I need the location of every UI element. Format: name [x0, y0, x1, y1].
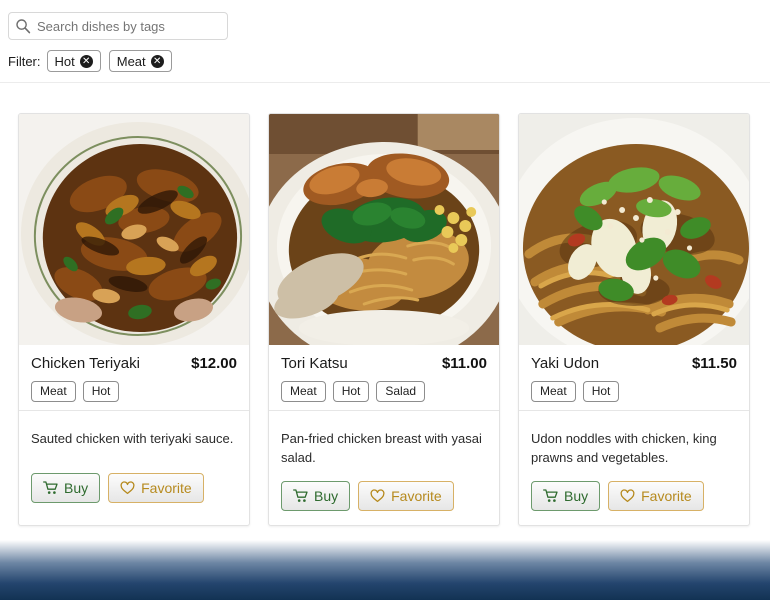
filter-chip-meat[interactable]: Meat ✕ — [108, 50, 172, 72]
dish-tag-list: Meat Hot — [31, 381, 237, 402]
filter-chip-hot[interactable]: Hot ✕ — [46, 50, 101, 72]
dish-tag[interactable]: Meat — [281, 381, 326, 402]
shopping-cart-icon — [43, 481, 58, 494]
tori-katsu-photo — [269, 114, 499, 345]
shopping-cart-icon — [293, 489, 308, 502]
favorite-button-label: Favorite — [641, 488, 692, 504]
dish-price: $11.00 — [441, 355, 487, 372]
dish-tag[interactable]: Hot — [582, 381, 620, 402]
buy-button[interactable]: Buy — [281, 481, 351, 511]
dish-card-header: Chicken Teriyaki $12.00 Meat Hot — [19, 345, 249, 410]
dish-actions: Buy Favorite — [269, 481, 499, 525]
dish-tag[interactable]: Hot — [332, 381, 370, 402]
filter-row: Filter: Hot ✕ Meat ✕ — [0, 40, 770, 83]
dish-name: Tori Katsu — [281, 355, 348, 372]
heart-outline-icon — [120, 481, 135, 495]
chicken-teriyaki-photo — [19, 114, 249, 345]
favorite-button[interactable]: Favorite — [358, 481, 454, 511]
yaki-udon-photo — [519, 114, 749, 345]
buy-button[interactable]: Buy — [31, 473, 101, 503]
dish-description: Sauted chicken with teriyaki sauce. — [31, 431, 234, 446]
shopping-cart-icon — [543, 489, 558, 502]
heart-outline-icon — [370, 489, 385, 503]
buy-button[interactable]: Buy — [531, 481, 601, 511]
favorite-button[interactable]: Favorite — [608, 481, 704, 511]
favorite-button-label: Favorite — [141, 480, 192, 496]
dish-card[interactable]: Chicken Teriyaki $12.00 Meat Hot Sauted … — [18, 113, 250, 526]
favorite-button-label: Favorite — [391, 488, 442, 504]
dish-description: Pan-fried chicken breast with yasai sala… — [281, 431, 482, 465]
dish-tag[interactable]: Meat — [531, 381, 576, 402]
search-icon — [16, 19, 31, 34]
favorite-button[interactable]: Favorite — [108, 473, 204, 503]
dish-tag-list: Meat Hot Salad — [281, 381, 487, 402]
dish-name: Yaki Udon — [531, 355, 600, 372]
dish-tag[interactable]: Hot — [82, 381, 120, 402]
search-input[interactable] — [37, 18, 221, 34]
dish-description: Udon noddles with chicken, king prawns a… — [531, 431, 717, 465]
dish-name: Chicken Teriyaki — [31, 355, 140, 372]
dish-card[interactable]: Yaki Udon $11.50 Meat Hot Udon noddles w… — [518, 113, 750, 526]
dish-tag-list: Meat Hot — [531, 381, 737, 402]
filter-chip-label: Hot — [54, 53, 75, 69]
filter-label: Filter: — [8, 53, 41, 69]
dish-card-header: Tori Katsu $11.00 Meat Hot Salad — [269, 345, 499, 410]
dish-price: $12.00 — [191, 355, 237, 372]
dish-actions: Buy Favorite — [519, 481, 749, 525]
dish-actions: Buy Favorite — [19, 473, 249, 517]
dish-card-list: Chicken Teriyaki $12.00 Meat Hot Sauted … — [0, 83, 770, 526]
dish-card-header: Yaki Udon $11.50 Meat Hot — [519, 345, 749, 410]
filter-chip-label: Meat — [116, 53, 146, 69]
page-bottom-gradient — [0, 540, 770, 600]
dish-tag[interactable]: Salad — [376, 381, 426, 402]
dish-card[interactable]: Tori Katsu $11.00 Meat Hot Salad Pan-fri… — [268, 113, 500, 526]
search-bar — [0, 0, 770, 40]
buy-button-label: Buy — [64, 480, 89, 496]
buy-button-label: Buy — [564, 488, 589, 504]
heart-outline-icon — [620, 489, 635, 503]
dish-tag[interactable]: Meat — [31, 381, 76, 402]
buy-button-label: Buy — [314, 488, 339, 504]
search-box[interactable] — [8, 12, 228, 40]
dish-price: $11.50 — [691, 355, 737, 372]
close-circle-icon[interactable]: ✕ — [150, 54, 164, 68]
close-circle-icon[interactable]: ✕ — [79, 54, 93, 68]
